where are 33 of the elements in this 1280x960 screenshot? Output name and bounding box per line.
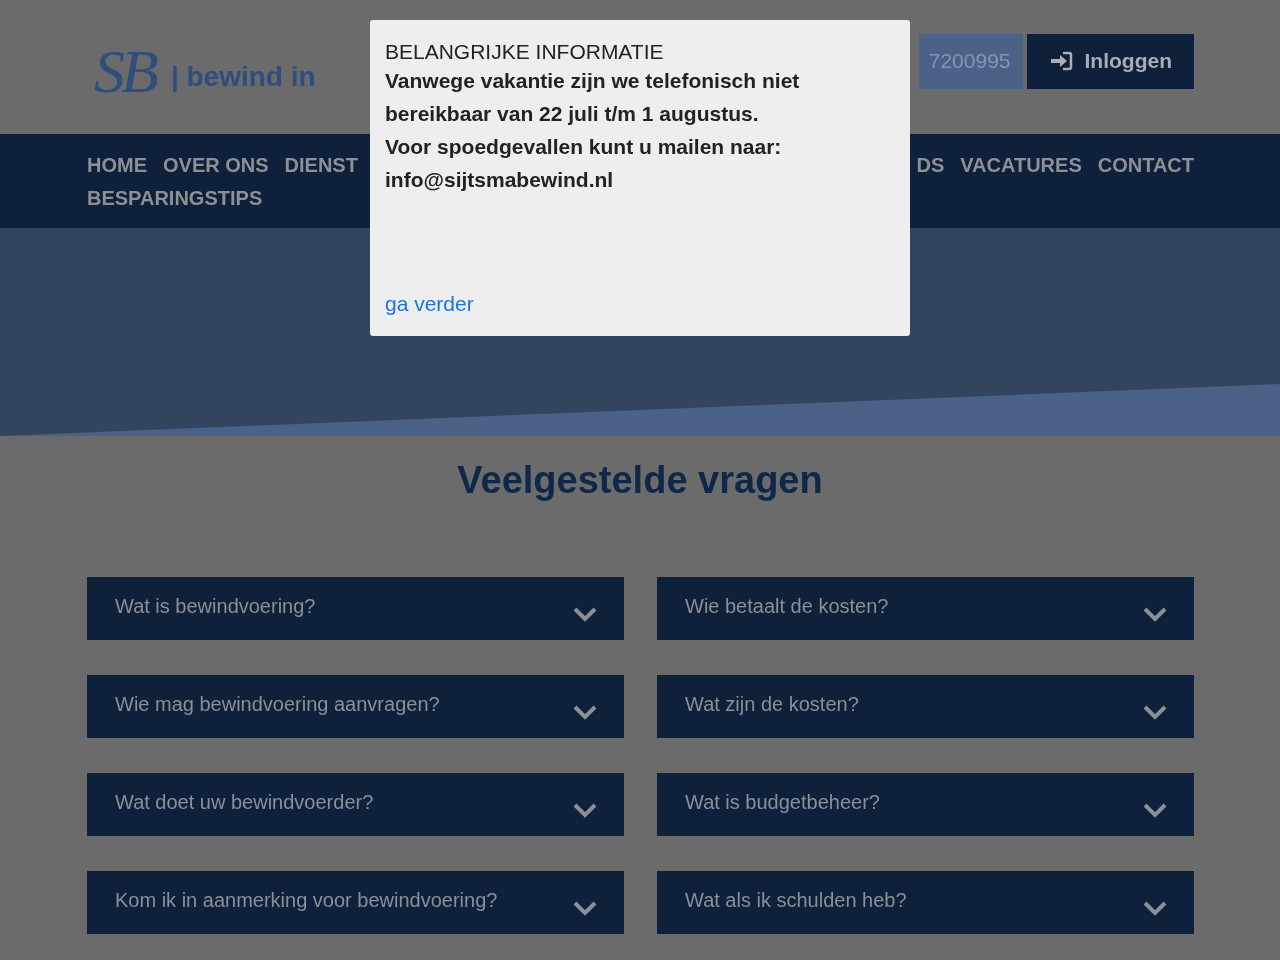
nav-link[interactable]: VACATURES	[960, 149, 1082, 182]
dialog-text: Voor spoedgevallen kunt u mailen naar:	[385, 134, 783, 160]
faq-item[interactable]: Wie mag bewindvoering aanvragen?	[87, 675, 624, 738]
dialog-text: Vanwege vakantie zijn we telefonisch niet	[385, 68, 801, 94]
sign-in-icon	[1048, 51, 1073, 71]
chevron-icon	[572, 703, 598, 720]
chevron-icon	[1142, 801, 1168, 818]
chevron-icon	[572, 899, 598, 916]
nav-link[interactable]: HOME	[87, 149, 147, 182]
faq-item[interactable]: Wat is budgetbeheer?	[657, 773, 1194, 836]
logo-tagline: | bewind in	[170, 61, 316, 93]
chevron-icon	[572, 605, 598, 622]
login-button[interactable]: Inloggen	[1026, 33, 1194, 89]
nav-link[interactable]: BESPARINGSTIPS	[87, 182, 263, 215]
chevron-icon	[1142, 605, 1168, 622]
chevron-icon	[1142, 703, 1168, 720]
page-title: Veelgestelde vragen	[456, 458, 824, 503]
faq-item[interactable]: Wie betaalt de kosten?	[657, 577, 1194, 640]
dialog-title: BELANGRIJKE INFORMATIE	[385, 40, 665, 64]
nav-link[interactable]: DS	[916, 149, 945, 182]
nav-link[interactable]: CONTACT	[1097, 149, 1194, 182]
faq-item[interactable]: Wat zijn de kosten?	[657, 675, 1194, 738]
chevron-icon	[1142, 899, 1168, 916]
faq-item[interactable]: Wat doet uw bewindvoerder?	[87, 773, 624, 836]
faq-item[interactable]: Wat als ik schulden heb?	[657, 871, 1194, 934]
continue-link[interactable]: ga verder	[385, 292, 474, 316]
faq-item[interactable]: Wat is bewindvoering?	[87, 577, 624, 640]
nav-link[interactable]: OVER ONS	[163, 149, 269, 182]
nav-link[interactable]: DIENST	[284, 149, 358, 182]
dialog-text: bereikbaar van 22 juli t/m 1 augustus.	[385, 101, 760, 127]
faq-item[interactable]: Kom ik in aanmerking voor bewindvoering?	[87, 871, 624, 934]
chevron-icon	[572, 801, 598, 818]
dialog-text: info@sijtsmabewind.nl	[385, 167, 615, 193]
